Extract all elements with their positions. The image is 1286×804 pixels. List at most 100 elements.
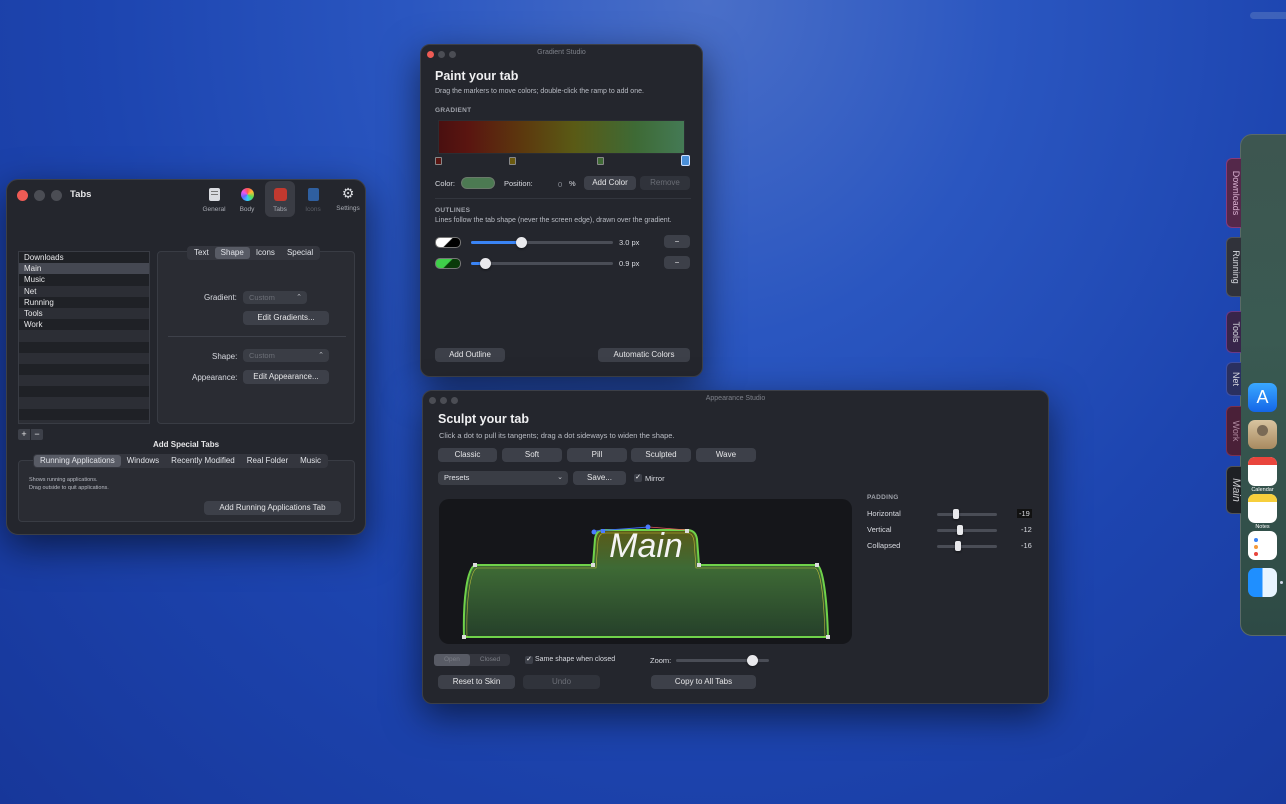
close-button[interactable] bbox=[17, 190, 28, 201]
running-indicator bbox=[1280, 581, 1283, 584]
outline-width-slider[interactable] bbox=[471, 237, 613, 248]
toolbar-tabs[interactable]: Tabs bbox=[265, 181, 295, 217]
remove-color-button[interactable]: Remove bbox=[640, 176, 690, 190]
app-store-icon[interactable]: A bbox=[1248, 383, 1277, 412]
presets-popup[interactable]: Presets ⌄ bbox=[438, 471, 568, 485]
toolbar-settings[interactable]: ⚙ Settings bbox=[333, 186, 363, 216]
tab-text[interactable]: Text bbox=[188, 247, 215, 259]
undo-button[interactable]: Undo bbox=[523, 675, 600, 689]
minimize-button[interactable] bbox=[34, 190, 45, 201]
toolbar-general[interactable]: General bbox=[200, 186, 228, 216]
remove-outline-button[interactable]: − bbox=[664, 256, 690, 269]
list-item[interactable]: Downloads bbox=[19, 252, 149, 263]
mirror-label: Mirror bbox=[645, 474, 665, 483]
edit-gradients-button[interactable]: Edit Gradients... bbox=[243, 311, 329, 325]
list-item[interactable]: Main bbox=[19, 263, 149, 275]
shape-soft-button[interactable]: Soft bbox=[502, 448, 562, 462]
tabs-icon bbox=[273, 188, 287, 201]
gradient-marker[interactable] bbox=[435, 157, 442, 165]
shape-classic-button[interactable]: Classic bbox=[438, 448, 497, 462]
seg-windows[interactable]: Windows bbox=[121, 455, 165, 467]
outline-color-well[interactable] bbox=[435, 258, 461, 269]
padding-collapsed-slider[interactable] bbox=[937, 541, 997, 551]
seg-recently-modified[interactable]: Recently Modified bbox=[165, 455, 241, 467]
slider-knob[interactable] bbox=[480, 258, 492, 269]
save-preset-button[interactable]: Save... bbox=[573, 471, 626, 485]
list-item[interactable]: Music bbox=[19, 274, 149, 285]
list-item[interactable]: Tools bbox=[19, 307, 149, 320]
side-tab-running[interactable]: Running bbox=[1226, 237, 1241, 297]
shape-pill-button[interactable]: Pill bbox=[567, 448, 627, 462]
same-shape-checkbox[interactable]: ✓ bbox=[525, 656, 533, 664]
add-tab-button[interactable]: + bbox=[18, 429, 31, 440]
heading: Paint your tab bbox=[435, 69, 519, 83]
outline-width-slider[interactable] bbox=[471, 258, 613, 269]
side-tab-net[interactable]: Net bbox=[1226, 362, 1241, 396]
padding-vertical-value[interactable]: -12 bbox=[1021, 525, 1032, 534]
copy-to-all-tabs-button[interactable]: Copy to All Tabs bbox=[651, 675, 756, 689]
list-item[interactable]: Work bbox=[19, 319, 149, 330]
calendar-icon[interactable] bbox=[1248, 457, 1277, 486]
gradient-popup[interactable]: Custom ⌃ bbox=[243, 291, 307, 304]
position-label: Position: bbox=[504, 179, 533, 188]
control-point bbox=[591, 563, 595, 567]
tab-shape[interactable]: Shape bbox=[214, 247, 250, 259]
remove-outline-button[interactable]: − bbox=[664, 235, 690, 248]
gradient-marker[interactable] bbox=[509, 157, 516, 165]
side-tab-work[interactable]: Work bbox=[1226, 406, 1241, 456]
remove-tab-button[interactable]: − bbox=[31, 429, 43, 440]
slider-knob[interactable] bbox=[515, 237, 527, 248]
contacts-icon[interactable] bbox=[1248, 420, 1277, 449]
zoom-slider[interactable] bbox=[676, 655, 769, 666]
gradient-marker-selected[interactable] bbox=[681, 155, 690, 166]
gradient-marker[interactable] bbox=[597, 157, 604, 165]
notes-icon[interactable] bbox=[1248, 494, 1277, 523]
automatic-colors-button[interactable]: Automatic Colors bbox=[598, 348, 690, 362]
toolbar-icons[interactable]: Icons bbox=[299, 186, 327, 216]
reset-to-skin-button[interactable]: Reset to Skin bbox=[438, 675, 515, 689]
padding-horizontal-slider[interactable] bbox=[937, 509, 997, 519]
state-open[interactable]: Open bbox=[434, 654, 470, 666]
tab-special[interactable]: Special bbox=[281, 247, 319, 259]
shape-preview-canvas[interactable]: Main bbox=[439, 499, 852, 644]
position-value[interactable]: 0 bbox=[558, 180, 562, 189]
add-color-button[interactable]: Add Color bbox=[584, 176, 636, 190]
list-item[interactable]: Net bbox=[19, 285, 149, 297]
empty-row bbox=[19, 397, 149, 409]
tab-icons[interactable]: Icons bbox=[250, 247, 281, 259]
shape-popup[interactable]: Custom ⌃ bbox=[243, 349, 329, 362]
finder-icon[interactable] bbox=[1248, 568, 1277, 597]
outline-width-value: 3.0 px bbox=[619, 238, 640, 247]
color-well[interactable] bbox=[461, 177, 495, 189]
add-outline-button[interactable]: Add Outline bbox=[435, 348, 505, 362]
padding-vertical-slider[interactable] bbox=[937, 525, 997, 535]
special-description: Shows running applications. bbox=[29, 477, 98, 483]
mirror-checkbox[interactable]: ✓ bbox=[634, 474, 642, 482]
seg-running-applications[interactable]: Running Applications bbox=[34, 455, 121, 467]
outline-color-well[interactable] bbox=[435, 237, 461, 248]
padding-collapsed-value[interactable]: -16 bbox=[1021, 541, 1032, 550]
outlines-description: Lines follow the tab shape (never the sc… bbox=[435, 217, 672, 224]
slider-knob[interactable] bbox=[956, 525, 963, 535]
shape-wave-button[interactable]: Wave bbox=[696, 448, 756, 462]
side-tab-main[interactable]: Main bbox=[1226, 466, 1242, 514]
slider-knob[interactable] bbox=[953, 509, 960, 519]
edit-appearance-button[interactable]: Edit Appearance... bbox=[243, 370, 329, 384]
toolbar-body[interactable]: Body bbox=[233, 186, 261, 216]
side-tab-tools[interactable]: Tools bbox=[1226, 311, 1241, 353]
slider-knob[interactable] bbox=[747, 655, 759, 666]
shape-sculpted-button[interactable]: Sculpted bbox=[631, 448, 691, 462]
state-closed[interactable]: Closed bbox=[470, 654, 510, 666]
empty-row bbox=[19, 375, 149, 387]
slider-knob[interactable] bbox=[955, 541, 961, 551]
tangent-handle bbox=[645, 524, 651, 530]
seg-music[interactable]: Music bbox=[294, 455, 327, 467]
zoom-button[interactable] bbox=[51, 190, 62, 201]
side-tab-downloads[interactable]: Downloads bbox=[1226, 158, 1241, 228]
add-running-applications-button[interactable]: Add Running Applications Tab bbox=[204, 501, 341, 515]
gradient-ramp[interactable] bbox=[438, 120, 685, 154]
list-item[interactable]: Running bbox=[19, 297, 149, 308]
reminders-icon[interactable] bbox=[1248, 531, 1277, 560]
seg-real-folder[interactable]: Real Folder bbox=[241, 455, 294, 467]
padding-horizontal-value[interactable]: -19 bbox=[1017, 509, 1032, 518]
